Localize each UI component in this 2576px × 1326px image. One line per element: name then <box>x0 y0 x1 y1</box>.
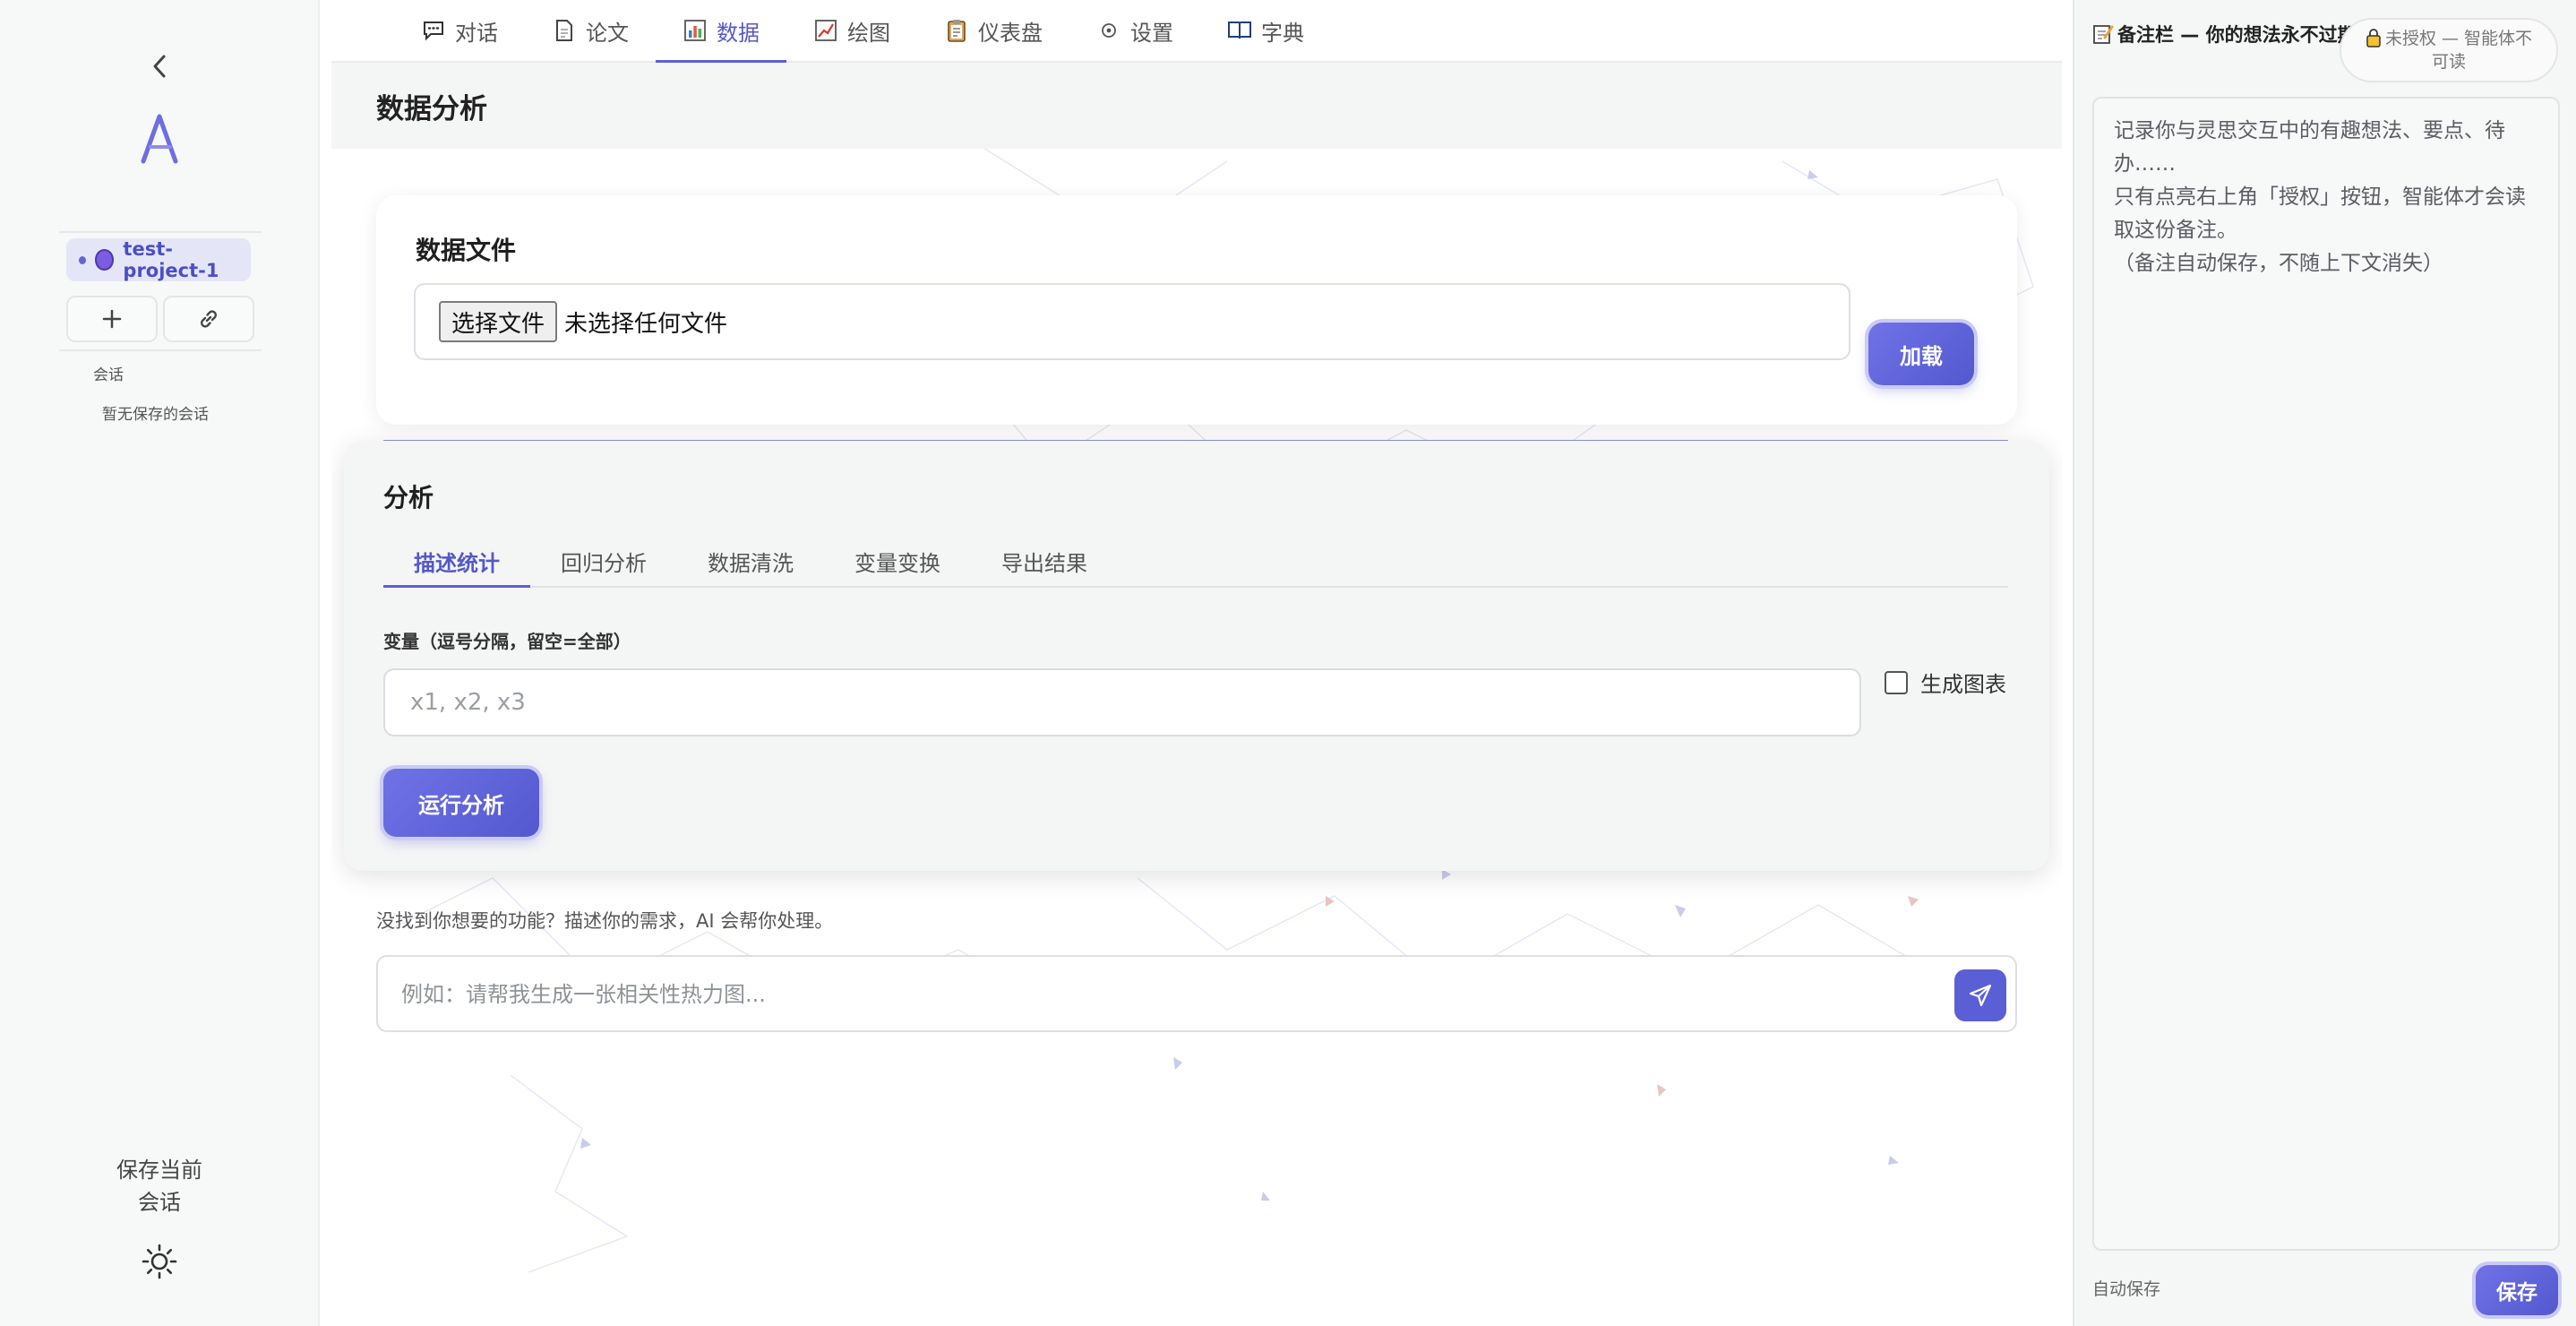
chat-icon <box>421 18 446 43</box>
tab-label: 仪表盘 <box>978 20 1043 46</box>
analysis-title: 分析 <box>383 483 434 512</box>
data-file-card: 数据文件 选择文件 未选择任何文件 加载 <box>376 195 2017 425</box>
file-status-text: 未选择任何文件 <box>564 310 728 338</box>
tab-label: 字典 <box>1261 20 1304 46</box>
tab-data[interactable]: 数据 <box>656 0 786 63</box>
clipboard-icon <box>944 18 969 43</box>
run-analysis-button[interactable]: 运行分析 <box>383 769 539 837</box>
tab-label: 对话 <box>455 20 498 46</box>
project-name: test-project-1 <box>123 238 219 281</box>
active-dot-icon <box>79 255 86 264</box>
subtab-regression[interactable]: 回归分析 <box>530 536 677 586</box>
auth-status-text: 未授权 — 智能体不可读 <box>2384 29 2533 72</box>
plus-icon <box>102 309 122 329</box>
subtab-export-results[interactable]: 导出结果 <box>971 536 1118 586</box>
memo-icon <box>2093 25 2114 44</box>
ai-request-input[interactable] <box>401 969 1906 1020</box>
data-file-title: 数据文件 <box>416 236 517 265</box>
tab-chat[interactable]: 对话 <box>394 0 525 61</box>
save-session-button[interactable]: 保存当前会话 <box>107 1154 211 1218</box>
top-tab-bar: 对话 论文 数据 绘图 仪表盘 设置 字典 <box>331 0 2062 63</box>
tab-paper[interactable]: 论文 <box>525 0 656 61</box>
sun-icon <box>142 1244 177 1279</box>
variables-label: 变量（逗号分隔，留空=全部） <box>383 631 631 652</box>
theme-toggle-button[interactable] <box>140 1242 179 1281</box>
app-logo <box>134 111 185 168</box>
main-content: 对话 论文 数据 绘图 仪表盘 设置 字典 数据分析 数据文件 选择文件 未选择… <box>331 0 2062 1326</box>
link-session-button[interactable] <box>163 296 254 342</box>
save-notes-button[interactable]: 保存 <box>2476 1265 2558 1315</box>
tab-dictionary[interactable]: 字典 <box>1200 0 1331 61</box>
load-button[interactable]: 加载 <box>1868 323 1974 385</box>
tab-label: 绘图 <box>847 20 890 46</box>
analysis-subtabs: 描述统计 回归分析 数据清洗 变量变换 导出结果 <box>383 536 2008 588</box>
analysis-card: 分析 描述统计 回归分析 数据清洗 变量变换 导出结果 变量（逗号分隔，留空=全… <box>344 441 2049 871</box>
notes-textarea[interactable] <box>2092 97 2560 1251</box>
book-icon <box>1227 18 1252 43</box>
variables-input[interactable] <box>383 668 1861 736</box>
tab-label: 数据 <box>717 20 760 46</box>
autosave-label: 自动保存 <box>2092 1279 2161 1299</box>
tab-dashboard[interactable]: 仪表盘 <box>917 0 1069 61</box>
new-session-button[interactable] <box>66 296 158 342</box>
file-input: 选择文件 未选择任何文件 <box>414 283 1850 360</box>
document-icon <box>552 18 577 43</box>
tab-plot[interactable]: 绘图 <box>786 0 917 61</box>
subtab-variable-transform[interactable]: 变量变换 <box>824 536 971 586</box>
generate-chart-option[interactable]: 生成图表 <box>1885 667 2006 698</box>
tab-label: 设置 <box>1130 20 1173 46</box>
sidebar-divider <box>59 349 262 351</box>
send-icon <box>1969 984 1992 1007</box>
notes-title-text: 备注栏 — 你的想法永不过期 <box>2117 24 2357 46</box>
link-icon <box>201 310 217 328</box>
tab-settings[interactable]: 设置 <box>1069 0 1200 61</box>
notes-panel: 备注栏 — 你的想法永不过期 未授权 — 智能体不可读 自动保存 保存 <box>2073 0 2576 1326</box>
send-button[interactable] <box>1954 969 2006 1021</box>
empty-sessions-text: 暂无保存的会话 <box>102 406 209 424</box>
collapse-sidebar-button[interactable] <box>143 50 176 82</box>
tab-label: 论文 <box>586 20 629 46</box>
line-chart-icon <box>813 18 838 43</box>
generate-chart-label: 生成图表 <box>1920 672 2006 697</box>
subtab-data-cleaning[interactable]: 数据清洗 <box>677 536 824 586</box>
sessions-section-label: 会话 <box>93 366 124 384</box>
page-header: 数据分析 <box>331 63 2062 149</box>
bar-chart-icon <box>683 18 708 43</box>
left-sidebar: test-project-1 会话 暂无保存的会话 保存当前会话 <box>0 0 320 1326</box>
notes-title: 备注栏 — 你的想法永不过期 <box>2092 20 2361 50</box>
authorize-toggle[interactable]: 未授权 — 智能体不可读 <box>2340 18 2558 82</box>
ai-hint-text: 没找到你想要的功能？描述你的需求，AI 会帮你处理。 <box>376 910 834 932</box>
choose-file-button[interactable]: 选择文件 <box>439 301 558 342</box>
ai-request-box <box>376 955 2017 1032</box>
project-selector[interactable]: test-project-1 <box>66 238 251 281</box>
sidebar-divider <box>59 231 262 233</box>
gear-icon <box>1096 18 1121 43</box>
page-title: 数据分析 <box>376 92 487 125</box>
project-avatar <box>94 249 115 271</box>
generate-chart-checkbox[interactable] <box>1885 670 1908 694</box>
chevron-left-icon <box>153 55 166 78</box>
lock-icon <box>2366 29 2381 47</box>
subtab-descriptive-stats[interactable]: 描述统计 <box>383 536 530 588</box>
